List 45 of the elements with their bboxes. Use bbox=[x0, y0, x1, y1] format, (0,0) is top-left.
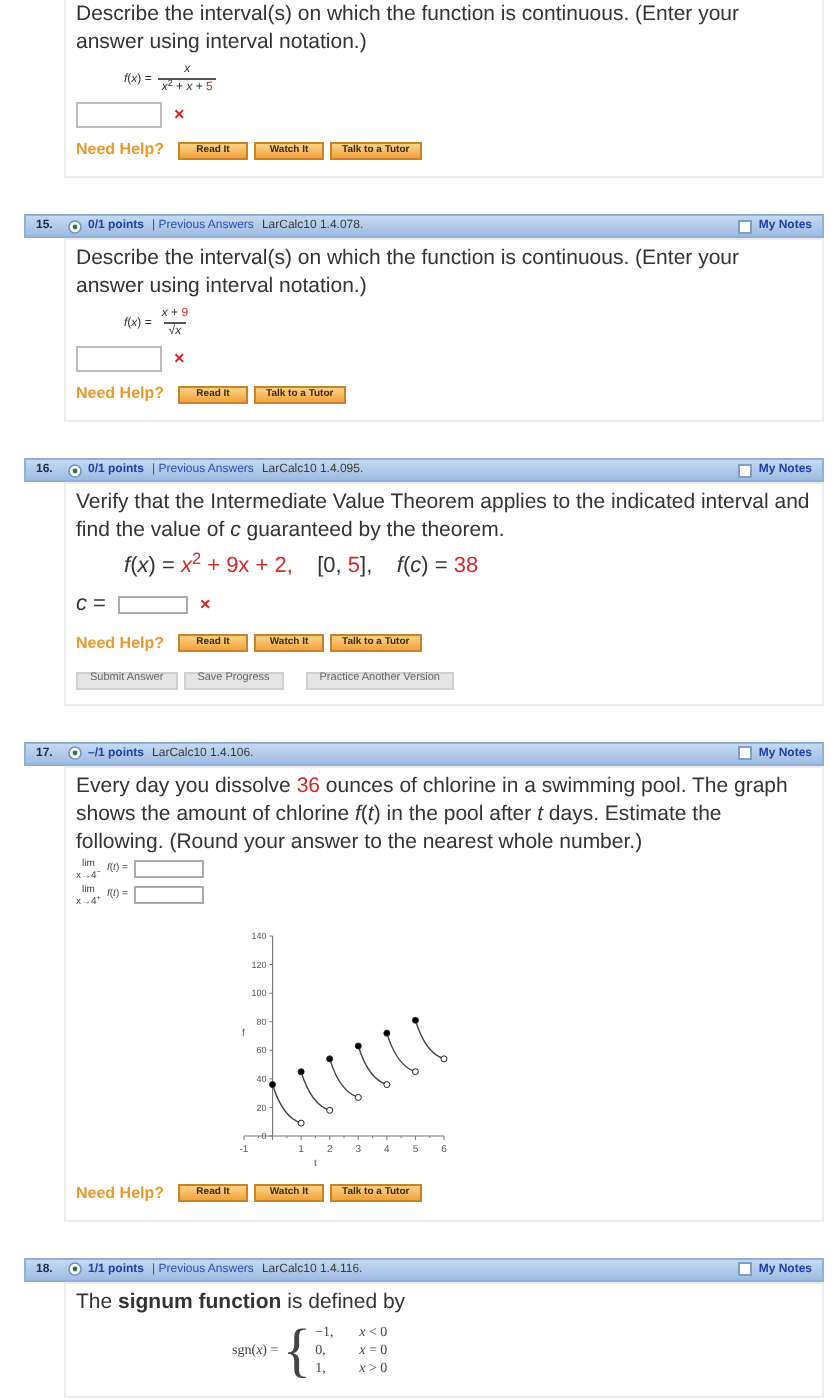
data-point bbox=[297, 1067, 305, 1075]
data-point bbox=[383, 1080, 391, 1088]
dot-circle-icon bbox=[68, 1262, 82, 1276]
incorrect-mark: × bbox=[199, 595, 211, 614]
curve-line bbox=[386, 1031, 417, 1072]
answer-field[interactable] bbox=[117, 595, 188, 614]
answer-field[interactable] bbox=[76, 346, 162, 372]
notes-checkbox[interactable] bbox=[738, 219, 753, 233]
need-help-label: Need Help? bbox=[76, 1181, 165, 1205]
curve-line bbox=[329, 1057, 359, 1098]
data-point bbox=[383, 1028, 391, 1036]
data-point bbox=[269, 1080, 277, 1088]
need-help-label: Need Help? bbox=[76, 382, 165, 406]
curve-line bbox=[271, 1082, 302, 1123]
data-point bbox=[354, 1092, 362, 1100]
question-text: Describe the interval(s) on which the function is continuous. (Enter your answer using interval notation.) bbox=[76, 244, 741, 300]
answer-field[interactable] bbox=[133, 886, 204, 904]
data-point bbox=[326, 1105, 334, 1113]
data-point bbox=[354, 1041, 362, 1049]
question-text: Every day you dissolve 36 ounces of chlorine in a swimming pool. The graph shows the amount of chlorine f(t) in the pool after t days. Estimate the following. (Round your answer to the nearest whole number.) bbox=[76, 771, 790, 855]
question-text: The signum function is defined by bbox=[76, 1287, 408, 1315]
dot-circle-icon bbox=[68, 463, 82, 477]
notes-checkbox[interactable] bbox=[738, 746, 753, 760]
dot-circle-icon bbox=[68, 219, 82, 233]
need-help-label: Need Help? bbox=[76, 631, 165, 655]
data-point bbox=[411, 1067, 419, 1075]
notes-checkbox[interactable] bbox=[738, 1262, 753, 1276]
notes-checkbox[interactable] bbox=[738, 463, 753, 477]
incorrect-mark: × bbox=[174, 106, 185, 124]
answer-field[interactable] bbox=[76, 102, 162, 128]
answer-label: c = bbox=[76, 590, 106, 620]
dot-circle-icon bbox=[68, 746, 82, 760]
curve-line bbox=[357, 1044, 388, 1085]
formula: f(x) = x$^{2}$ + 9x + 2, [0, 5], f(c) = 38 bbox=[124, 550, 479, 582]
answer-field[interactable] bbox=[133, 860, 204, 878]
question-text: Verify that the Intermediate Value Theorem applies to the indicated interval and find the value of c guaranteed by the theorem. bbox=[76, 488, 812, 544]
incorrect-mark: × bbox=[174, 350, 185, 368]
question-text: Describe the interval(s) on which the function is continuous. (Enter your answer using interval notation.) bbox=[76, 0, 741, 56]
data-point bbox=[326, 1054, 334, 1062]
need-help-label: Need Help? bbox=[76, 138, 165, 162]
data-point bbox=[440, 1054, 448, 1062]
curve-line bbox=[414, 1018, 445, 1059]
data-point bbox=[411, 1015, 419, 1023]
data-point bbox=[297, 1118, 305, 1126]
curve-line bbox=[300, 1070, 331, 1110]
